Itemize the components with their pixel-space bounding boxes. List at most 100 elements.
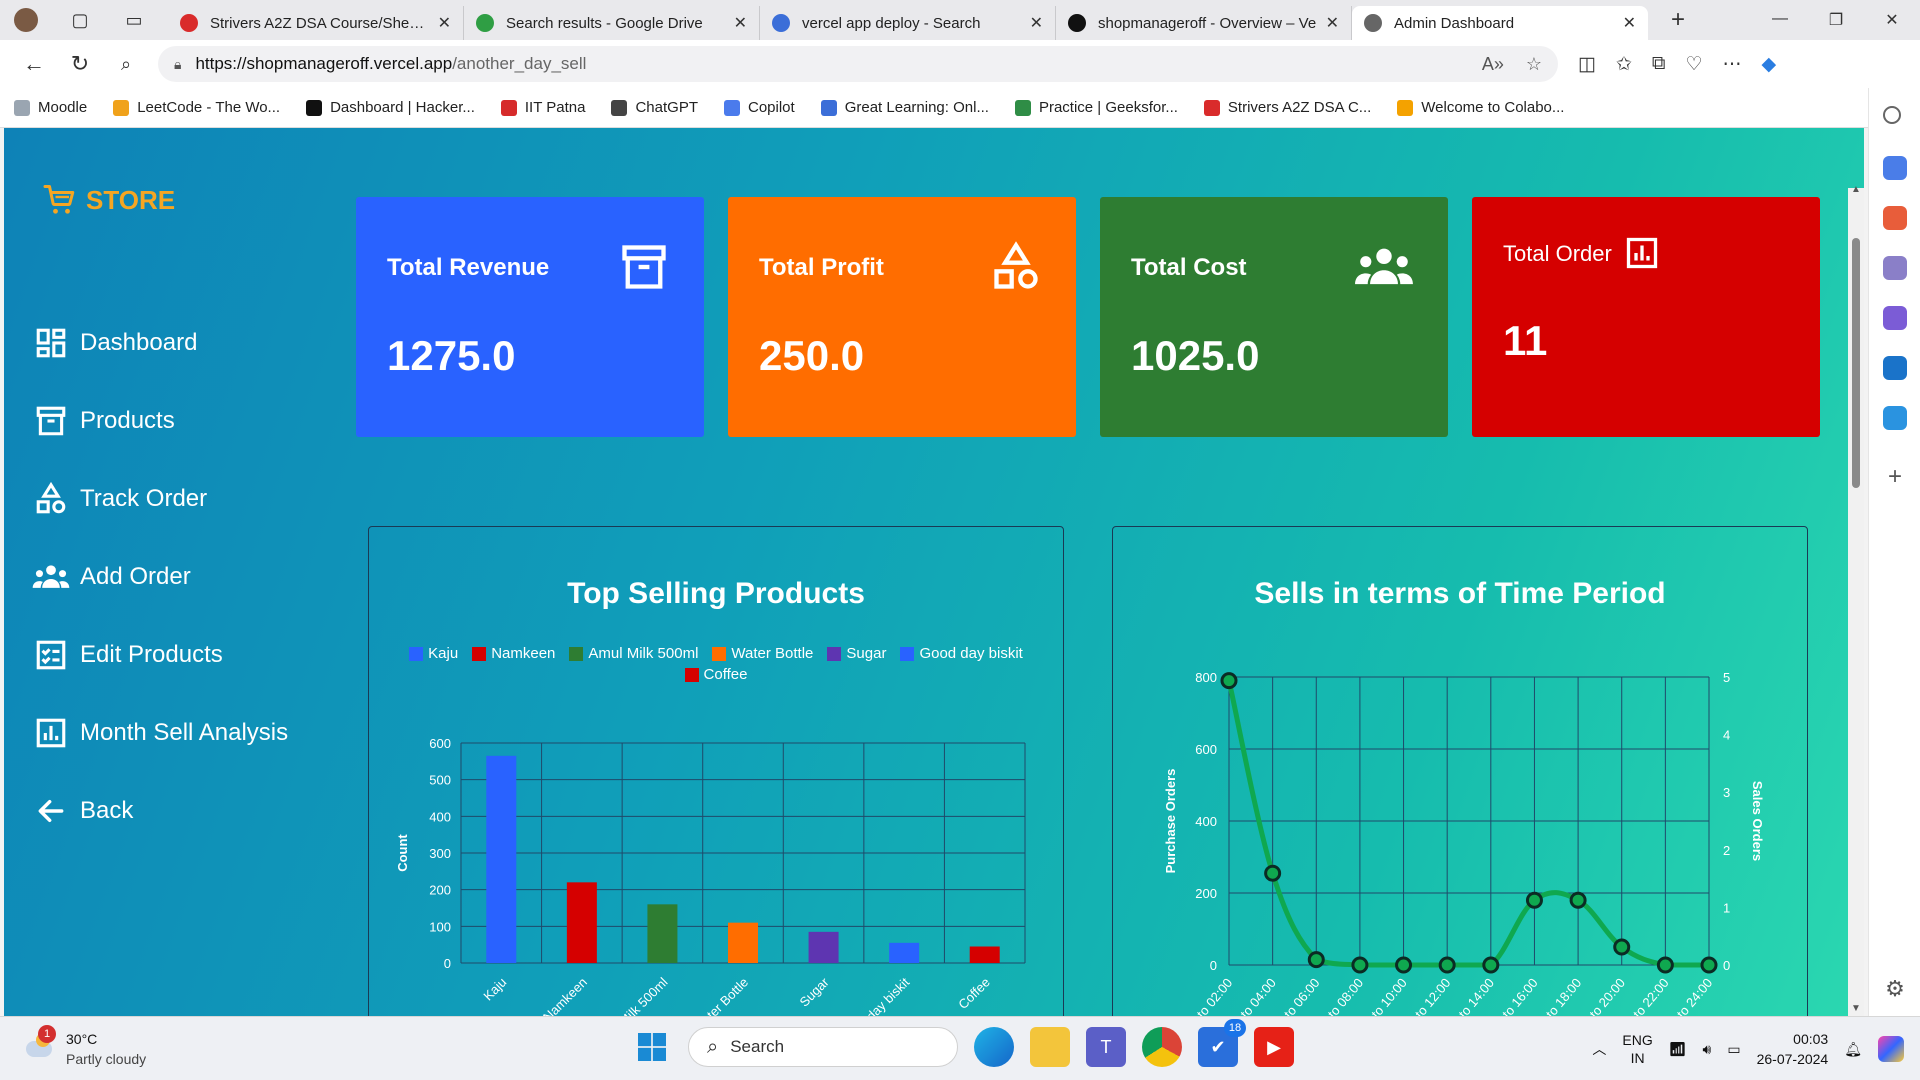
copilot-taskbar-icon[interactable] bbox=[1878, 1036, 1904, 1062]
wifi-icon[interactable]: 📶︎ bbox=[1669, 1041, 1687, 1058]
back-arrow-icon[interactable]: ← bbox=[12, 42, 56, 86]
outlook-icon[interactable] bbox=[1883, 356, 1907, 380]
bookmark-item[interactable]: Strivers A2Z DSA C... bbox=[1203, 99, 1371, 116]
taskbar-search[interactable]: ⌕ Search bbox=[688, 1027, 958, 1067]
weather-widget[interactable]: 1 30°C Partly cloudy bbox=[22, 1025, 146, 1069]
favorites-icon[interactable]: ✩ bbox=[1616, 53, 1632, 76]
workspaces-icon[interactable]: ▢ bbox=[62, 2, 98, 38]
browser-tab[interactable]: vercel app deploy - Search ✕ bbox=[760, 6, 1056, 40]
new-tab-button[interactable]: + bbox=[1660, 2, 1696, 38]
todo-icon[interactable]: ✔ 18 bbox=[1198, 1019, 1246, 1067]
data-point[interactable] bbox=[1438, 956, 1456, 974]
tab-close-icon[interactable]: ✕ bbox=[734, 13, 747, 33]
tab-close-icon[interactable]: ✕ bbox=[1030, 13, 1043, 33]
data-point[interactable] bbox=[1525, 891, 1543, 909]
data-point[interactable] bbox=[1264, 864, 1282, 882]
bar[interactable] bbox=[566, 882, 597, 963]
toolbox-icon[interactable] bbox=[1883, 206, 1907, 230]
chrome-icon[interactable] bbox=[1142, 1027, 1182, 1067]
data-point[interactable] bbox=[1395, 956, 1413, 974]
split-screen-icon[interactable]: ◫ bbox=[1578, 53, 1596, 76]
bookmark-item[interactable]: LeetCode - The Wo... bbox=[113, 99, 280, 116]
bookmark-item[interactable]: Dashboard | Hacker... bbox=[306, 99, 475, 116]
send-icon[interactable] bbox=[1883, 406, 1907, 430]
favorite-star-icon[interactable]: ☆ bbox=[1526, 54, 1542, 75]
data-point[interactable] bbox=[1220, 672, 1238, 690]
legend-item[interactable]: Water Bottle bbox=[712, 645, 813, 662]
minimize-button[interactable]: — bbox=[1752, 10, 1808, 30]
store-logo[interactable]: STORE bbox=[42, 182, 175, 218]
sidebar-item-dashboard[interactable]: Dashboard bbox=[32, 304, 288, 382]
tab-close-icon[interactable]: ✕ bbox=[1326, 13, 1339, 33]
copilot-icon[interactable]: ◆ bbox=[1762, 53, 1777, 76]
sidebar-item-edit-products[interactable]: Edit Products bbox=[32, 616, 288, 694]
browser-tab[interactable]: Search results - Google Drive ✕ bbox=[464, 6, 760, 40]
start-windows-icon[interactable] bbox=[632, 1027, 672, 1067]
edge-browser-icon[interactable] bbox=[974, 1027, 1014, 1067]
youtube-icon[interactable]: ▶ bbox=[1254, 1027, 1294, 1067]
language-indicator[interactable]: ENG IN bbox=[1622, 1031, 1652, 1067]
bookmark-item[interactable]: Great Learning: Onl... bbox=[820, 99, 989, 116]
office-icon[interactable] bbox=[1883, 306, 1907, 330]
data-point[interactable] bbox=[1613, 938, 1631, 956]
notification-bell-icon[interactable]: 🔔︎ bbox=[1844, 1041, 1862, 1058]
battery-icon[interactable]: ▭ bbox=[1727, 1041, 1740, 1058]
search-icon[interactable]: ⌕ bbox=[104, 42, 148, 86]
bookmark-item[interactable]: Practice | Geeksfor... bbox=[1014, 99, 1178, 116]
data-point[interactable] bbox=[1482, 956, 1500, 974]
bar[interactable] bbox=[808, 931, 839, 963]
data-point[interactable] bbox=[1700, 956, 1718, 974]
bar[interactable] bbox=[728, 922, 758, 963]
browser-essentials-icon[interactable]: ♡ bbox=[1685, 53, 1702, 76]
chevron-up-icon[interactable]: ︿ bbox=[1592, 1039, 1606, 1059]
shopping-tag-icon[interactable] bbox=[1883, 156, 1907, 180]
volume-icon[interactable]: 🔊︎ bbox=[1703, 1041, 1712, 1058]
close-window-button[interactable]: ✕ bbox=[1864, 10, 1920, 30]
tab-close-icon[interactable]: ✕ bbox=[438, 13, 451, 33]
sidebar-item-add-order[interactable]: Add Order bbox=[32, 538, 288, 616]
add-icon[interactable]: + bbox=[1883, 465, 1907, 490]
bookmark-item[interactable]: Copilot bbox=[724, 99, 795, 116]
bar[interactable] bbox=[647, 904, 678, 963]
restore-button[interactable]: ❐ bbox=[1808, 10, 1864, 30]
file-explorer-icon[interactable] bbox=[1030, 1027, 1070, 1067]
legend-item[interactable]: Kaju bbox=[409, 645, 458, 662]
bookmark-item[interactable]: Moodle bbox=[14, 99, 87, 116]
data-point[interactable] bbox=[1656, 956, 1674, 974]
sidebar-item-products[interactable]: Products bbox=[32, 382, 288, 460]
bookmark-item[interactable]: Welcome to Colabo... bbox=[1397, 99, 1564, 116]
read-aloud-icon[interactable]: A» bbox=[1482, 54, 1504, 75]
games-icon[interactable] bbox=[1883, 256, 1907, 280]
data-point[interactable] bbox=[1351, 956, 1369, 974]
legend-item[interactable]: Sugar bbox=[827, 645, 886, 662]
search-icon[interactable] bbox=[1883, 106, 1901, 124]
bookmark-item[interactable]: ChatGPT bbox=[611, 99, 698, 116]
url-field[interactable]: 🔒︎ https://shopmanageroff.vercel.app/ano… bbox=[158, 46, 1558, 82]
browser-tab[interactable]: Admin Dashboard ✕ bbox=[1352, 6, 1648, 40]
data-point[interactable] bbox=[1569, 891, 1587, 909]
refresh-icon[interactable]: ↻ bbox=[58, 42, 102, 86]
sidebar-item-track-order[interactable]: Track Order bbox=[32, 460, 288, 538]
system-clock[interactable]: 00:03 26-07-2024 bbox=[1757, 1029, 1829, 1069]
browser-tab[interactable]: Strivers A2Z DSA Course/Sheet - ✕ bbox=[168, 6, 464, 40]
tab-close-icon[interactable]: ✕ bbox=[1623, 13, 1636, 33]
teams-icon[interactable]: T bbox=[1086, 1027, 1126, 1067]
browser-tab[interactable]: shopmanageroff - Overview – Ve ✕ bbox=[1056, 6, 1352, 40]
legend-item[interactable]: Amul Milk 500ml bbox=[569, 645, 698, 662]
legend-item[interactable]: Good day biskit bbox=[900, 645, 1023, 662]
tab-actions-icon[interactable]: ▭ bbox=[116, 2, 152, 38]
sidebar-item-month-sell-analysis[interactable]: Month Sell Analysis bbox=[32, 694, 288, 772]
legend-item[interactable]: Coffee bbox=[684, 666, 747, 683]
collections-icon[interactable]: ⧉ bbox=[1652, 53, 1666, 76]
bar[interactable] bbox=[969, 946, 1000, 964]
bar[interactable] bbox=[486, 755, 517, 963]
bar[interactable] bbox=[889, 942, 920, 963]
more-menu-icon[interactable]: ⋯ bbox=[1723, 53, 1742, 76]
page-scrollbar[interactable]: ▲ ▼ bbox=[1848, 184, 1864, 1016]
profile-avatar[interactable] bbox=[8, 2, 44, 38]
legend-item[interactable]: Namkeen bbox=[472, 645, 555, 662]
scrollbar-thumb[interactable] bbox=[1852, 238, 1860, 488]
data-point[interactable] bbox=[1307, 951, 1325, 969]
settings-gear-icon[interactable]: ⚙ bbox=[1883, 978, 1907, 1002]
bookmark-item[interactable]: IIT Patna bbox=[500, 99, 585, 116]
